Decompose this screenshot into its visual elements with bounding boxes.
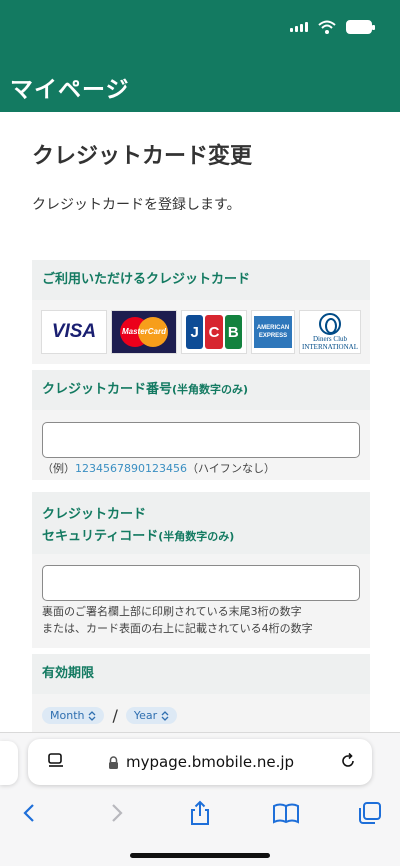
jcb-logo: J C B	[181, 310, 247, 354]
wifi-icon	[318, 20, 336, 34]
card-number-example: 1234567890123456	[75, 462, 187, 475]
card-number-section: （例）1234567890123456（ハイフンなし）	[32, 410, 370, 480]
amex-logo: AMERICAN EXPRESS	[251, 310, 295, 354]
diners-logo: Diners Club INTERNATIONAL	[299, 310, 361, 354]
updown-chevron-icon	[89, 710, 96, 721]
main-content: クレジットカード変更 クレジットカードを登録します。 ご利用いただけるクレジット…	[10, 112, 390, 732]
previous-tab-preview[interactable]	[0, 741, 18, 785]
expiry-section: Month / Year	[32, 694, 370, 732]
battery-icon	[346, 20, 375, 34]
accepted-cards-section: VISA MasterCard J C B AMERICAN EXPRESS Di…	[32, 300, 370, 364]
navigation-toolbar	[0, 793, 400, 833]
security-code-section: 裏面のご署名欄上部に印刷されている末尾3桁の数字 または、カード表面の右上に記載…	[32, 554, 370, 648]
expiry-year-select[interactable]: Year	[125, 707, 178, 724]
security-code-note: (半角数字のみ)	[158, 530, 235, 543]
expiry-separator: /	[112, 706, 118, 725]
expiry-selects: Month / Year	[42, 706, 178, 725]
tabs-icon[interactable]	[356, 799, 384, 827]
expiry-month-select[interactable]: Month	[42, 707, 105, 724]
card-number-label: クレジットカード番号	[42, 382, 173, 397]
page-menu-icon[interactable]	[48, 753, 64, 769]
security-code-input[interactable]	[42, 565, 360, 601]
page-title: クレジットカード変更	[32, 144, 253, 169]
expiry-label: 有効期限	[42, 666, 95, 681]
address-bar[interactable]: mypage.bmobile.ne.jp	[28, 739, 372, 785]
security-code-label-line1: クレジットカード	[42, 507, 147, 522]
cellular-signal-icon	[290, 22, 308, 32]
updown-chevron-icon	[161, 710, 169, 721]
card-number-hint: （例）1234567890123456（ハイフンなし）	[42, 462, 275, 475]
app-header: マイページ	[0, 0, 400, 112]
card-number-header: クレジットカード番号(半角数字のみ)	[32, 370, 370, 410]
browser-toolbar: mypage.bmobile.ne.jp	[0, 732, 400, 866]
page-description: クレジットカードを登録します。	[32, 197, 241, 213]
forward-icon[interactable]	[102, 799, 130, 827]
bookmarks-icon[interactable]	[272, 799, 300, 827]
accepted-cards-label: ご利用いただけるクレジットカード	[42, 272, 251, 287]
security-code-label-line2: セキュリティコード	[42, 529, 159, 544]
lock-icon	[109, 756, 118, 769]
back-icon[interactable]	[16, 799, 44, 827]
share-icon[interactable]	[186, 799, 214, 827]
accepted-cards-header: ご利用いただけるクレジットカード	[32, 260, 370, 300]
mastercard-logo: MasterCard	[111, 310, 177, 354]
home-indicator	[130, 853, 270, 858]
reload-icon[interactable]	[338, 751, 358, 771]
app-frame: マイページ クレジットカード変更 クレジットカードを登録します。 ご利用いただけ…	[0, 0, 400, 866]
card-logos: VISA MasterCard J C B AMERICAN EXPRESS Di…	[32, 300, 370, 364]
security-code-header: クレジットカード セキュリティコード(半角数字のみ)	[32, 492, 370, 554]
card-number-input[interactable]	[42, 422, 360, 458]
security-code-hint: 裏面のご署名欄上部に印刷されている末尾3桁の数字 または、カード表面の右上に記載…	[42, 605, 313, 635]
url-text: mypage.bmobile.ne.jp	[126, 753, 295, 771]
visa-logo: VISA	[41, 310, 107, 354]
expiry-header: 有効期限	[32, 654, 370, 694]
card-number-note: (半角数字のみ)	[172, 383, 249, 396]
status-bar	[290, 20, 375, 34]
app-title: マイページ	[10, 77, 130, 103]
